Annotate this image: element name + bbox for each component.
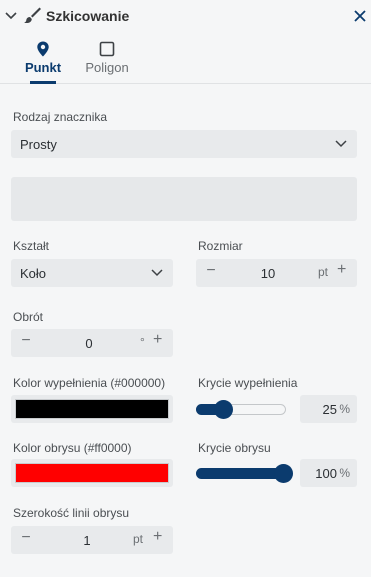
rotation-unit: ° — [140, 335, 145, 349]
fill-color-swatch — [15, 399, 169, 419]
chevron-down-icon — [151, 269, 163, 277]
tab-label: Poligon — [85, 60, 129, 75]
percent-unit: % — [339, 466, 350, 480]
decrement-button[interactable]: − — [19, 332, 33, 350]
stroke-width-label: Szerokość linii obrysu — [13, 506, 130, 520]
shape-label: Kształt — [13, 239, 50, 253]
slider-fill — [196, 468, 284, 479]
stroke-width-value: 1 — [83, 533, 91, 548]
size-value: 10 — [260, 266, 276, 281]
chevron-down-icon — [335, 140, 347, 148]
fill-opacity-input[interactable]: 25 % — [300, 395, 357, 423]
marker-type-label: Rodzaj znacznika — [13, 110, 108, 124]
stroke-opacity-label: Krycie obrysu — [198, 441, 271, 455]
tab-punkt[interactable]: Punkt — [18, 32, 68, 84]
slider-handle[interactable] — [213, 400, 233, 419]
rotation-value: 0 — [85, 336, 93, 351]
marker-preview — [11, 177, 357, 221]
panel-title: Szkicowanie — [46, 8, 130, 24]
paintbrush-icon — [24, 7, 41, 24]
rotation-label: Obrót — [13, 310, 44, 324]
slider-handle[interactable] — [274, 464, 293, 483]
increment-button[interactable]: + — [153, 528, 162, 546]
fill-color-picker[interactable] — [11, 395, 173, 423]
fill-color-label: Kolor wypełnienia (#000000) — [13, 376, 166, 390]
stroke-opacity-input[interactable]: 100 % — [300, 459, 357, 487]
rotation-stepper[interactable]: − 0 ° + — [11, 329, 173, 357]
stroke-color-swatch — [15, 463, 169, 483]
tab-label: Punkt — [24, 60, 62, 75]
shape-value: Koło — [20, 266, 47, 281]
stroke-opacity-slider[interactable] — [196, 459, 293, 487]
increment-button[interactable]: + — [153, 331, 162, 349]
stroke-color-picker[interactable] — [11, 459, 173, 487]
size-label: Rozmiar — [198, 239, 243, 253]
panel-header: Szkicowanie — [0, 0, 371, 32]
map-pin-icon — [37, 41, 49, 57]
decrement-button[interactable]: − — [19, 529, 33, 547]
square-outline-icon — [99, 41, 115, 57]
chevron-down-icon[interactable] — [4, 9, 18, 23]
tab-poligon[interactable]: Poligon — [80, 32, 134, 84]
decrement-button[interactable]: − — [204, 262, 218, 280]
percent-unit: % — [339, 402, 350, 416]
marker-type-value: Prosty — [20, 137, 57, 152]
stroke-width-unit: pt — [133, 532, 144, 546]
fill-opacity-label: Krycie wypełnienia — [198, 376, 298, 390]
fill-opacity-slider[interactable] — [196, 395, 286, 423]
active-tab-indicator — [30, 81, 56, 84]
stroke-opacity-value: 100 — [315, 466, 337, 481]
marker-type-select[interactable]: Prosty — [11, 130, 357, 158]
stroke-color-label: Kolor obrysu (#ff0000) — [13, 441, 132, 455]
increment-button[interactable]: + — [337, 261, 346, 279]
size-unit: pt — [318, 265, 329, 279]
tab-bar: Punkt Poligon — [0, 32, 371, 84]
stroke-width-stepper[interactable]: − 1 pt + — [11, 526, 173, 554]
fill-opacity-value: 25 — [322, 402, 337, 417]
close-icon[interactable] — [352, 8, 368, 24]
size-stepper[interactable]: − 10 pt + — [196, 259, 357, 287]
shape-select[interactable]: Koło — [11, 259, 173, 287]
